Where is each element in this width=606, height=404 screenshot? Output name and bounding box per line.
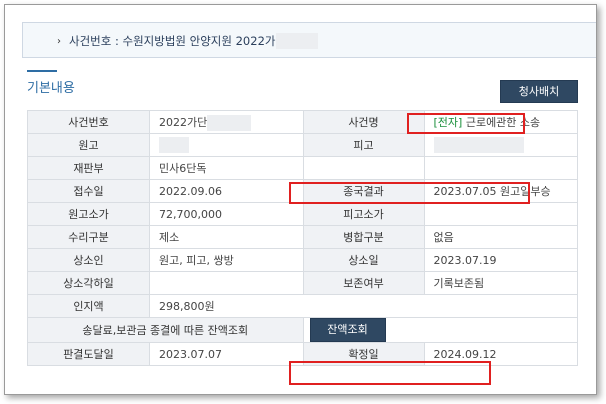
label-case-number: 사건번호	[27, 110, 150, 134]
label-preservation: 보존여부	[302, 271, 425, 295]
value-appeal-dismissal-date	[149, 271, 304, 295]
screenshot-frame: › 사건번호 : 수원지방법원 안양지원 2022가단 기본내용 청사배치 사건…	[4, 4, 597, 395]
value-case-number: 2022가단	[149, 110, 304, 134]
bullet-icon: ›	[57, 36, 61, 47]
label-appeal-date: 상소일	[302, 248, 425, 272]
label-defendant: 피고	[302, 133, 425, 157]
balance-inquiry-button[interactable]: 잔액조회	[309, 318, 386, 342]
label-appellant: 상소인	[27, 248, 150, 272]
label-defendant-claim: 피고소가	[302, 202, 425, 226]
value-merge-type: 없음	[423, 225, 578, 249]
label-judgment-delivery-date: 판결도달일	[27, 342, 150, 366]
highlight-box-case-name	[407, 113, 525, 134]
value-court-division: 민사6단독	[149, 156, 304, 180]
value-plaintiff-claim: 72,700,000	[149, 202, 304, 226]
value-acceptance-type: 제소	[149, 225, 304, 249]
table-row: 원고 피고	[27, 133, 578, 157]
redaction-mask	[207, 114, 252, 131]
redaction-mask	[276, 33, 318, 49]
table-row: 원고소가 72,700,000 피고소가	[27, 202, 578, 226]
table-row: 인지액 298,800원	[27, 294, 578, 318]
value-stamp-fee: 298,800원	[149, 294, 578, 318]
label-balance-inquiry: 송달료,보관금 종결에 따른 잔액조회	[27, 317, 304, 343]
redaction-mask	[159, 137, 189, 153]
table-row: 상소인 원고, 피고, 쌍방 상소일 2023.07.19	[27, 248, 578, 272]
value-preservation: 기록보존됨	[423, 271, 578, 295]
table-row: 상소각하일 보존여부 기록보존됨	[27, 271, 578, 295]
label-stamp-fee: 인지액	[27, 294, 150, 318]
label-court-division: 재판부	[27, 156, 150, 180]
table-row: 송달료,보관금 종결에 따른 잔액조회 잔액조회	[27, 317, 578, 343]
value-judgment-delivery-date: 2023.07.07	[149, 342, 304, 366]
value-defendant	[423, 133, 578, 157]
value-filing-date: 2022.09.06	[149, 179, 304, 203]
empty-value	[423, 156, 578, 180]
label-merge-type: 병합구분	[302, 225, 425, 249]
section-accent-line	[27, 70, 57, 72]
highlight-box-finalization-date	[289, 361, 491, 385]
table-row: 재판부 민사6단독	[27, 156, 578, 180]
section-title: 기본내용	[27, 81, 75, 96]
case-number-text: 사건번호 : 수원지방법원 안양지원 2022가단	[69, 34, 287, 48]
balance-inquiry-cell: 잔액조회	[302, 317, 578, 343]
case-number-box: › 사건번호 : 수원지방법원 안양지원 2022가단	[22, 22, 596, 58]
case-number-value: 2022가단	[159, 115, 208, 129]
highlight-box-final-result	[289, 182, 530, 204]
label-acceptance-type: 수리구분	[27, 225, 150, 249]
label-case-name: 사건명	[302, 110, 425, 134]
value-appeal-date: 2023.07.19	[423, 248, 578, 272]
redaction-mask	[433, 137, 524, 153]
empty-label	[302, 156, 425, 180]
table-row: 수리구분 제소 병합구분 없음	[27, 225, 578, 249]
value-appellant: 원고, 피고, 쌍방	[149, 248, 304, 272]
label-plaintiff-claim: 원고소가	[27, 202, 150, 226]
label-filing-date: 접수일	[27, 179, 150, 203]
label-plaintiff: 원고	[27, 133, 150, 157]
case-info-table: 사건번호 2022가단 사건명 [전자] 근로에관한 소송 원고 피고 재판부 …	[27, 110, 578, 366]
courtroom-layout-button[interactable]: 청사배치	[500, 80, 578, 103]
value-plaintiff	[149, 133, 304, 157]
label-appeal-dismissal-date: 상소각하일	[27, 271, 150, 295]
value-defendant-claim	[423, 202, 578, 226]
